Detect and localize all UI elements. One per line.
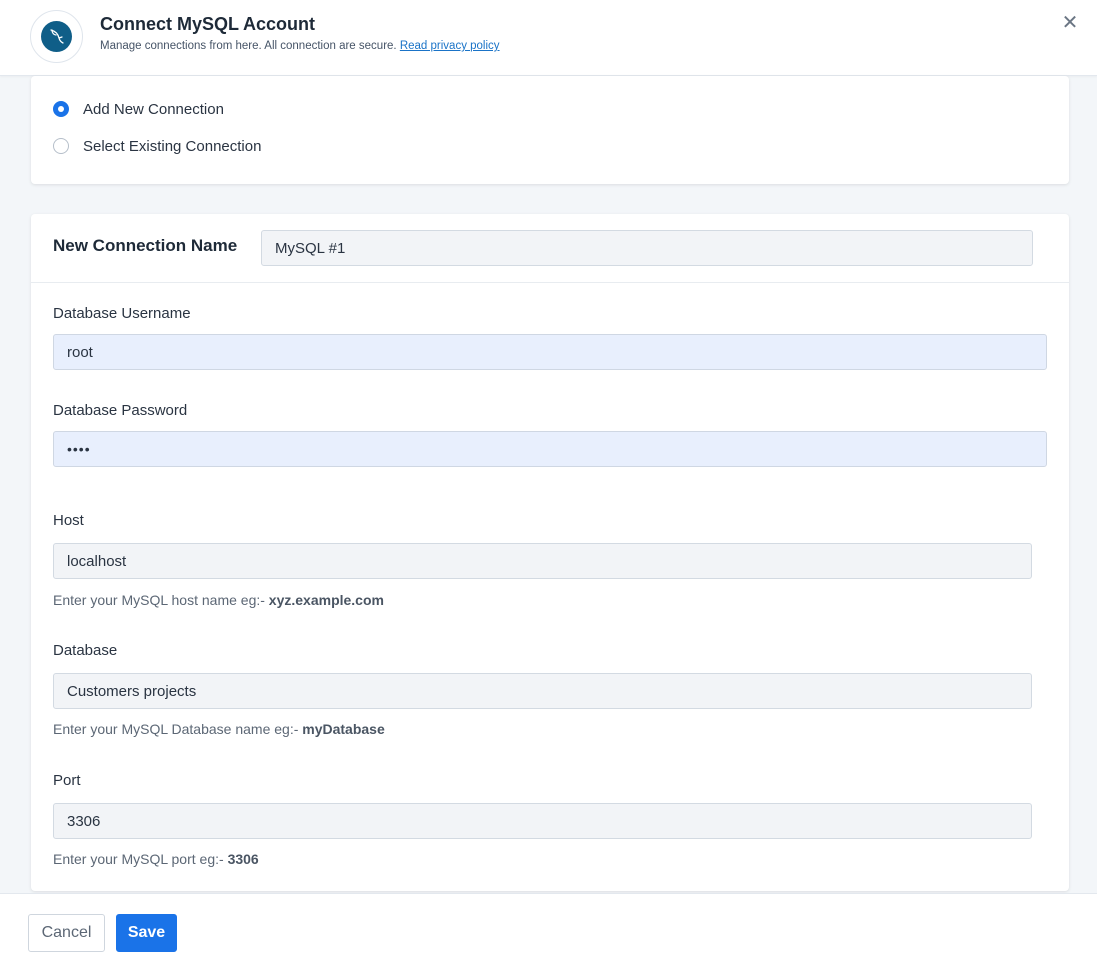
modal-header: Connect MySQL Account Manage connections… xyxy=(0,0,1097,76)
divider xyxy=(31,282,1069,283)
radio-checked-icon[interactable] xyxy=(53,101,69,117)
database-hint-text: Enter your MySQL Database name eg:- xyxy=(53,721,303,737)
port-hint: Enter your MySQL port eg:- 3306 xyxy=(53,851,259,867)
host-input[interactable]: localhost xyxy=(53,543,1032,579)
radio-label: Select Existing Connection xyxy=(83,137,262,155)
modal-footer: Cancel Save xyxy=(0,893,1097,959)
close-icon[interactable]: ✕ xyxy=(1059,12,1081,34)
cancel-button[interactable]: Cancel xyxy=(28,914,105,952)
radio-select-existing-connection[interactable]: Select Existing Connection xyxy=(53,134,261,158)
username-input[interactable]: root xyxy=(53,334,1047,370)
privacy-policy-link[interactable]: Read privacy policy xyxy=(400,40,500,52)
connection-name-label: New Connection Name xyxy=(53,236,238,255)
connection-form-card: New Connection Name MySQL #1 Database Us… xyxy=(31,214,1069,891)
connection-choice-card: Add New Connection Select Existing Conne… xyxy=(31,76,1069,184)
host-hint-text: Enter your MySQL host name eg:- xyxy=(53,592,269,608)
mysql-dolphin-icon xyxy=(41,21,72,52)
radio-unchecked-icon[interactable] xyxy=(53,138,69,154)
save-button[interactable]: Save xyxy=(116,914,177,952)
host-label: Host xyxy=(53,512,84,529)
username-label: Database Username xyxy=(53,305,191,322)
port-hint-example: 3306 xyxy=(227,851,259,867)
port-label: Port xyxy=(53,772,81,789)
radio-label: Add New Connection xyxy=(83,100,224,118)
database-input[interactable]: Customers projects xyxy=(53,673,1032,709)
modal-subtitle-text: Manage connections from here. All connec… xyxy=(100,40,397,52)
host-hint-example: xyz.example.com xyxy=(268,592,384,608)
database-hint-example: myDatabase xyxy=(302,721,385,737)
password-label: Database Password xyxy=(53,402,188,419)
port-input[interactable]: 3306 xyxy=(53,803,1032,839)
connection-name-input[interactable]: MySQL #1 xyxy=(261,230,1033,266)
radio-add-new-connection[interactable]: Add New Connection xyxy=(53,97,224,121)
modal-subtitle: Manage connections from here. All connec… xyxy=(100,40,500,52)
database-hint: Enter your MySQL Database name eg:- myDa… xyxy=(53,721,385,737)
password-input[interactable]: •••• xyxy=(53,431,1047,467)
port-hint-text: Enter your MySQL port eg:- xyxy=(53,851,228,867)
app-logo xyxy=(30,10,83,63)
modal-title: Connect MySQL Account xyxy=(100,14,316,34)
database-label: Database xyxy=(53,642,118,659)
host-hint: Enter your MySQL host name eg:- xyz.exam… xyxy=(53,592,384,608)
